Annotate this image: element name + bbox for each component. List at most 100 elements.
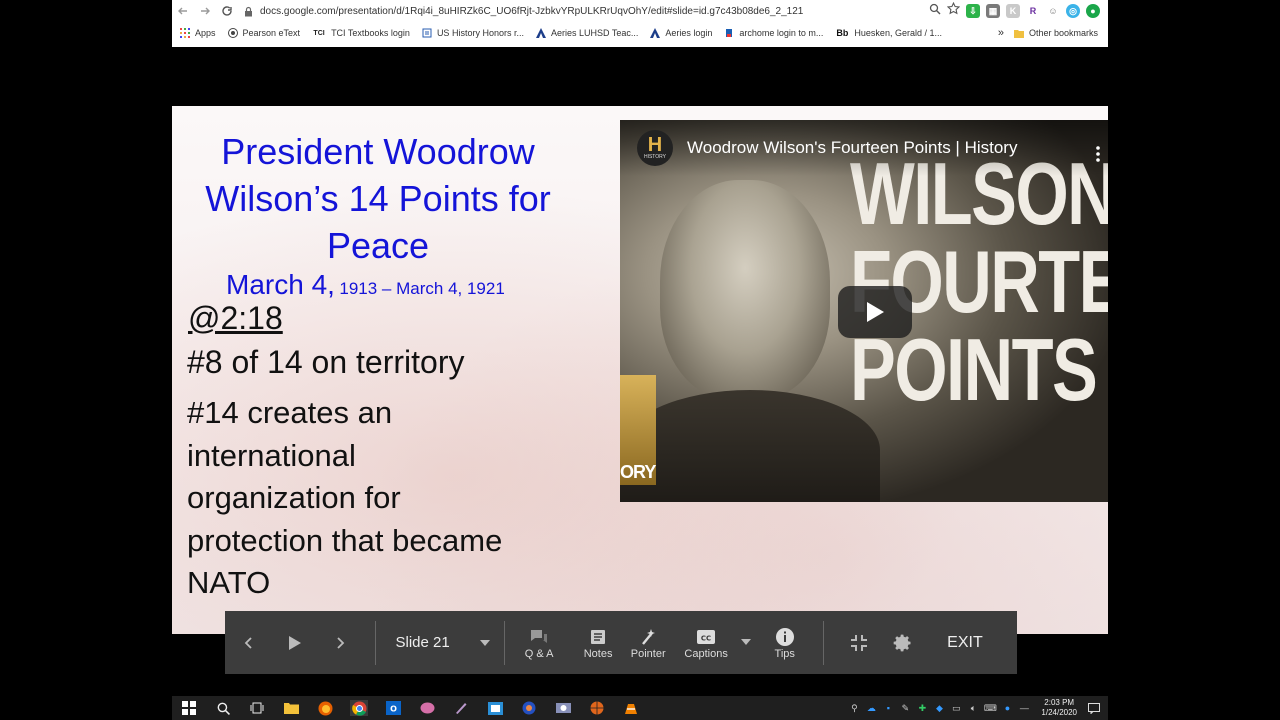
screen-extension-icon[interactable]: ▦ <box>986 4 1000 18</box>
exit-fullscreen-icon <box>850 634 867 651</box>
thumbnail-side-text: ORY <box>620 462 656 482</box>
bookmark-apps[interactable]: Apps <box>180 28 216 38</box>
windows-taskbar: O ⚲ ☁ ▪ ✎ ✚ ◆ ▭ 🔈︎ ⌨ ● — 2:03 PM 1/24/20… <box>172 696 1108 720</box>
bookmark-pearson-etext[interactable]: Pearson eText <box>227 28 300 38</box>
download-extension-icon[interactable]: ⇩ <box>966 4 980 18</box>
bookmark-blackboard[interactable]: Bb Huesken, Gerald / 1... <box>835 28 942 38</box>
tool-tray-icon[interactable]: ✎ <box>899 702 911 714</box>
presentation-slide: President Woodrow Wilson’s 14 Points for… <box>172 106 1108 634</box>
previous-slide-button[interactable] <box>225 636 272 650</box>
bluetooth-tray-icon[interactable]: ● <box>1001 702 1013 714</box>
minus-tray-icon[interactable]: — <box>1018 702 1030 714</box>
url-text[interactable]: docs.google.com/presentation/d/1Rqi4i_8u… <box>260 6 803 17</box>
play-button[interactable] <box>838 286 912 338</box>
next-slide-button[interactable] <box>317 636 362 650</box>
forward-arrow-icon <box>201 7 210 15</box>
grey-extension-icon[interactable]: K <box>1006 4 1020 18</box>
app-pen-icon[interactable] <box>452 700 470 716</box>
people-icon[interactable]: ⚲ <box>848 702 860 714</box>
tci-icon: TCI <box>313 29 325 37</box>
video-title[interactable]: Woodrow Wilson's Fourteen Points | Histo… <box>687 138 1017 158</box>
reload-icon <box>222 6 232 16</box>
pointer-button[interactable]: Pointer <box>623 626 674 660</box>
folder-icon <box>1013 28 1024 38</box>
green-extension-icon[interactable]: ● <box>1086 4 1100 18</box>
file-explorer-icon[interactable] <box>282 700 300 716</box>
system-clock[interactable]: 2:03 PM 1/24/2020 <box>1041 698 1077 718</box>
bookmark-us-history[interactable]: US History Honors r... <box>422 28 524 38</box>
address-bar-row: docs.google.com/presentation/d/1Rqi4i_8u… <box>172 0 1108 22</box>
volume-icon[interactable]: 🔈︎ <box>967 702 979 714</box>
zoom-icon[interactable] <box>929 2 941 20</box>
qa-button[interactable]: Q & A <box>505 626 574 660</box>
app-capture-icon[interactable] <box>554 700 572 716</box>
mask-extension-icon[interactable]: ☺ <box>1046 4 1060 18</box>
slide-selector[interactable]: Slide 21 <box>376 634 504 651</box>
gear-icon <box>893 634 911 651</box>
embedded-video[interactable]: ORY WILSON FOURTEEN POINTS H HISTORY Woo… <box>620 120 1108 502</box>
exit-button[interactable]: EXIT <box>913 634 1017 652</box>
more-options-icon[interactable] <box>1096 146 1100 167</box>
search-icon[interactable] <box>214 700 232 716</box>
vlc-icon[interactable] <box>622 700 640 716</box>
chevron-right-icon <box>337 636 345 649</box>
bookmark-archome[interactable]: archome login to m... <box>724 28 823 38</box>
toolbar-icons: ⇩ ▦ K R ☺ ◎ ● <box>929 1 1100 20</box>
bookmark-tci-textbooks[interactable]: TCI TCI Textbooks login <box>312 28 410 38</box>
archome-icon <box>724 28 734 38</box>
laser-pointer-icon <box>639 626 657 648</box>
video-timestamp: @2:18 <box>188 300 283 336</box>
point-14-text: #14 creates an international organizatio… <box>187 395 503 600</box>
svg-text:CC: CC <box>701 634 711 642</box>
date-rest: 1913 – March 4, 1921 <box>339 279 505 298</box>
tips-button[interactable]: Tips <box>754 626 815 660</box>
reload-button[interactable] <box>216 0 238 22</box>
bookmark-aeries-teacher[interactable]: Aeries LUHSD Teac... <box>535 28 638 38</box>
blackboard-icon: Bb <box>836 28 849 38</box>
thumbnail-headline: WILSON FOURTEEN POINTS <box>850 144 1108 419</box>
bookmarks-overflow-button[interactable]: » <box>998 27 1004 39</box>
star-icon[interactable] <box>946 1 961 20</box>
security-tray-icon[interactable]: ✚ <box>916 702 928 714</box>
captions-button[interactable]: CC Captions <box>674 626 739 660</box>
app-screen-icon[interactable] <box>486 700 504 716</box>
app-basketball-icon[interactable] <box>588 700 606 716</box>
app-shield-icon[interactable] <box>520 700 538 716</box>
omnibox[interactable]: docs.google.com/presentation/d/1Rqi4i_8u… <box>242 1 929 21</box>
chrome-icon[interactable] <box>350 700 368 716</box>
slide-number-label: Slide 21 <box>395 634 450 651</box>
notifications-icon[interactable] <box>1088 702 1100 714</box>
chat-bubble-icon <box>530 626 548 648</box>
firefox-icon[interactable] <box>316 700 334 716</box>
back-button[interactable] <box>172 0 194 22</box>
language-icon[interactable]: ⌨ <box>984 702 997 714</box>
history-channel-logo[interactable]: H HISTORY <box>637 130 673 166</box>
task-view-icon[interactable] <box>248 700 266 716</box>
bookmark-aeries-login[interactable]: Aeries login <box>650 28 712 38</box>
shield-tray-icon[interactable]: ◆ <box>933 702 945 714</box>
outlook-tray-icon[interactable]: ▪ <box>882 702 894 714</box>
notes-button[interactable]: Notes <box>574 626 623 660</box>
app-brain-icon[interactable] <box>418 700 436 716</box>
onedrive-icon[interactable]: ☁ <box>865 702 877 714</box>
lock-icon <box>242 5 254 17</box>
captions-dropdown-button[interactable] <box>739 638 755 645</box>
outlook-icon[interactable]: O <box>384 700 402 716</box>
date-start: March 4, <box>226 269 335 300</box>
r-extension-icon[interactable]: R <box>1026 4 1040 18</box>
aeries-icon <box>535 28 546 38</box>
exit-fullscreen-button[interactable] <box>824 634 893 652</box>
play-icon <box>288 635 301 650</box>
windows-start-icon[interactable] <box>180 700 198 716</box>
forward-button[interactable] <box>194 0 216 22</box>
back-arrow-icon <box>178 7 187 15</box>
portrait-face <box>660 180 830 400</box>
doc-icon <box>422 28 432 38</box>
other-bookmarks-button[interactable]: Other bookmarks <box>1013 28 1098 38</box>
play-slideshow-button[interactable] <box>272 635 317 651</box>
globe-extension-icon[interactable]: ◎ <box>1066 4 1080 18</box>
network-icon[interactable]: ▭ <box>950 702 962 714</box>
settings-button[interactable] <box>893 632 913 654</box>
play-icon <box>867 302 884 322</box>
info-icon <box>775 626 795 648</box>
